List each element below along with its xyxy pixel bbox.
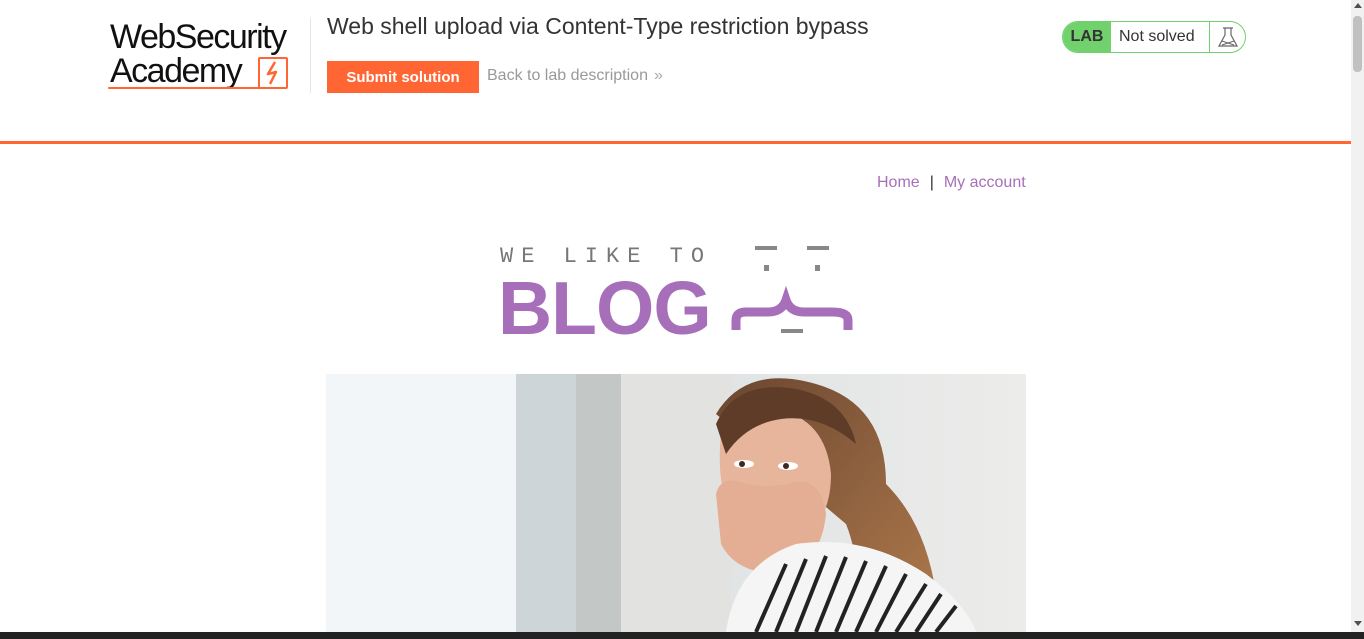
double-chevron-right-icon: » [653,67,663,84]
blog-face-icon [731,246,853,333]
we-like-to-blog-logo: WE LIKE TO BLOG [498,240,854,348]
blog-top-nav: Home | My account [877,174,1026,192]
scroll-up-arrow-icon[interactable] [1354,3,1362,8]
logo-underline [108,87,260,89]
nav-my-account-link[interactable]: My account [944,174,1026,191]
logo-text-line2: Academy [110,52,243,90]
scroll-down-arrow-icon[interactable] [1354,621,1362,626]
nav-home-link[interactable]: Home [877,174,920,191]
nav-separator: | [929,174,934,191]
page-scrollbar[interactable] [1351,0,1364,632]
lab-status-text: Not solved [1119,28,1195,45]
lab-status-widget: LAB Not solved [1062,21,1246,53]
window-bottom-edge [0,632,1364,639]
web-security-academy-logo[interactable]: WebSecurity Academy [108,18,311,93]
lab-badge: LAB [1063,22,1111,52]
lab-title: Web shell upload via Content-Type restri… [327,13,869,39]
blog-hero-image[interactable] [326,374,1026,632]
back-to-lab-description-link[interactable]: Back to lab description » [487,67,663,85]
flask-icon [1209,22,1245,52]
logo-text-line1: WebSecurity [110,18,287,56]
back-link-label: Back to lab description [487,67,648,84]
scrollbar-thumb[interactable] [1353,16,1362,72]
lightning-bolt-icon [258,57,288,89]
academy-header: WebSecurity Academy Web shell upload via… [0,0,1351,144]
blog-logo-word: BLOG [498,266,712,350]
submit-solution-button[interactable]: Submit solution [327,61,479,93]
